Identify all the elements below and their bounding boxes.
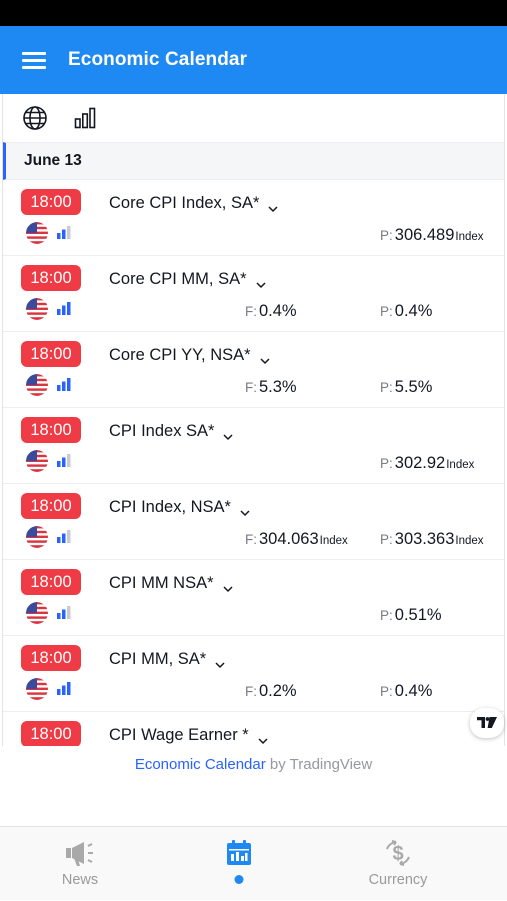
previous-value: P: 302.92Index <box>380 454 475 472</box>
us-flag-icon <box>26 526 48 548</box>
previous-value: P: 306.489Index <box>380 226 484 244</box>
event-title-text: Core CPI YY, NSA* <box>109 346 251 364</box>
chevron-down-icon[interactable] <box>222 579 233 592</box>
nav-news-label: News <box>61 872 99 888</box>
event-title[interactable]: CPI Index, NSA* <box>109 498 250 517</box>
date-header: June 13 <box>3 142 504 180</box>
chevron-down-icon[interactable] <box>268 199 278 212</box>
chevron-down-icon[interactable] <box>260 351 270 364</box>
event-title-text: CPI Index SA* <box>109 422 215 440</box>
previous-value: P: 303.363Index <box>380 530 484 548</box>
nav-news[interactable]: News <box>20 827 140 901</box>
importance-high-icon <box>57 377 71 391</box>
forecast-value: F: 0.2% <box>245 682 297 700</box>
chevron-down-icon[interactable] <box>215 655 225 668</box>
event-time-badge: 18:00 <box>21 721 81 746</box>
event-time-badge: 18:00 <box>21 417 81 443</box>
us-flag-icon <box>26 222 48 244</box>
active-tab-indicator <box>234 875 244 884</box>
event-time-badge: 18:00 <box>21 189 81 215</box>
nav-currency[interactable]: $ Currency <box>338 827 458 901</box>
event-time-badge: 18:00 <box>21 493 81 519</box>
event-time-badge: 18:00 <box>21 265 81 291</box>
us-flag-icon <box>26 678 48 700</box>
event-row[interactable]: 18:00 Core CPI MM, SA* F: 0.4% P: 0.4% <box>3 256 504 332</box>
event-title[interactable]: CPI Index SA* <box>109 422 234 441</box>
economic-calendar-link[interactable]: Economic Calendar <box>135 756 266 773</box>
event-title-text: CPI Wage Earner * <box>109 726 249 744</box>
previous-value: P: 0.4% <box>380 682 433 700</box>
event-title-text: CPI MM NSA* <box>109 574 214 592</box>
calendar-icon <box>223 839 255 867</box>
importance-high-icon <box>57 301 71 315</box>
footer-credit: Economic Calendar by TradingView <box>0 756 507 773</box>
us-flag-icon <box>26 450 48 472</box>
importance-filter-icon[interactable] <box>71 104 99 132</box>
previous-value: P: 0.4% <box>380 302 433 320</box>
chevron-down-icon[interactable] <box>240 503 250 516</box>
event-time-badge: 18:00 <box>21 645 81 671</box>
footer-by-text: by TradingView <box>265 756 373 773</box>
importance-low-icon <box>57 453 71 467</box>
hamburger-menu-icon[interactable] <box>0 26 70 94</box>
calendar-widget: June 13 18:00 Core CPI Index, SA* P: 306.… <box>2 94 505 746</box>
event-title[interactable]: Core CPI YY, NSA* <box>109 346 270 365</box>
event-title[interactable]: CPI MM NSA* <box>109 574 233 593</box>
forecast-value: F: 5.3% <box>245 378 297 396</box>
importance-high-icon <box>57 681 71 695</box>
app-header: Economic Calendar <box>0 26 507 94</box>
event-row[interactable]: 18:00 CPI Index SA* P: 302.92Index <box>3 408 504 484</box>
event-list: 18:00 Core CPI Index, SA* P: 306.489Index… <box>3 180 504 746</box>
importance-low-icon <box>57 529 71 543</box>
us-flag-icon <box>26 602 48 624</box>
previous-value: P: 0.51% <box>380 606 442 624</box>
event-title[interactable]: CPI Wage Earner * <box>109 726 268 745</box>
importance-low-icon <box>57 605 71 619</box>
widget-toolbar <box>3 94 504 142</box>
forecast-value: F: 0.4% <box>245 302 297 320</box>
us-flag-icon <box>26 298 48 320</box>
event-row[interactable]: 18:00 CPI MM NSA* P: 0.51% <box>3 560 504 636</box>
tradingview-logo-icon[interactable] <box>470 708 504 738</box>
status-bar <box>0 0 507 26</box>
chevron-down-icon[interactable] <box>256 275 266 288</box>
event-row[interactable]: 18:00 CPI Index, NSA* F: 304.063Index P: 3… <box>3 484 504 560</box>
importance-low-icon <box>57 225 71 239</box>
forecast-value: F: 304.063Index <box>245 530 348 548</box>
chevron-down-icon[interactable] <box>258 731 268 744</box>
event-title-text: CPI MM, SA* <box>109 650 207 668</box>
previous-value: P: 5.5% <box>380 378 433 396</box>
event-title[interactable]: Core CPI Index, SA* <box>109 194 278 213</box>
nav-calendar[interactable] <box>179 827 299 901</box>
megaphone-icon <box>64 839 96 867</box>
event-title-text: Core CPI Index, SA* <box>109 194 260 212</box>
event-row[interactable]: 18:00 CPI Wage Earner * <box>3 712 504 746</box>
event-time-badge: 18:00 <box>21 569 81 595</box>
us-flag-icon <box>26 374 48 396</box>
event-title-text: Core CPI MM, SA* <box>109 270 247 288</box>
event-row[interactable]: 18:00 Core CPI YY, NSA* F: 5.3% P: 5.5% <box>3 332 504 408</box>
bottom-navigation: News $ Currency <box>0 826 507 900</box>
event-row[interactable]: 18:00 Core CPI Index, SA* P: 306.489Index <box>3 180 504 256</box>
chevron-down-icon[interactable] <box>223 427 234 440</box>
event-title-text: CPI Index, NSA* <box>109 498 231 516</box>
event-time-badge: 18:00 <box>21 341 81 367</box>
nav-currency-label: Currency <box>368 872 428 888</box>
event-title[interactable]: CPI MM, SA* <box>109 650 225 669</box>
page-title: Economic Calendar <box>68 49 248 70</box>
event-row[interactable]: 18:00 CPI MM, SA* F: 0.2% P: 0.4% <box>3 636 504 712</box>
event-title[interactable]: Core CPI MM, SA* <box>109 270 266 289</box>
globe-icon[interactable] <box>21 104 49 132</box>
currency-exchange-icon: $ <box>382 839 414 867</box>
